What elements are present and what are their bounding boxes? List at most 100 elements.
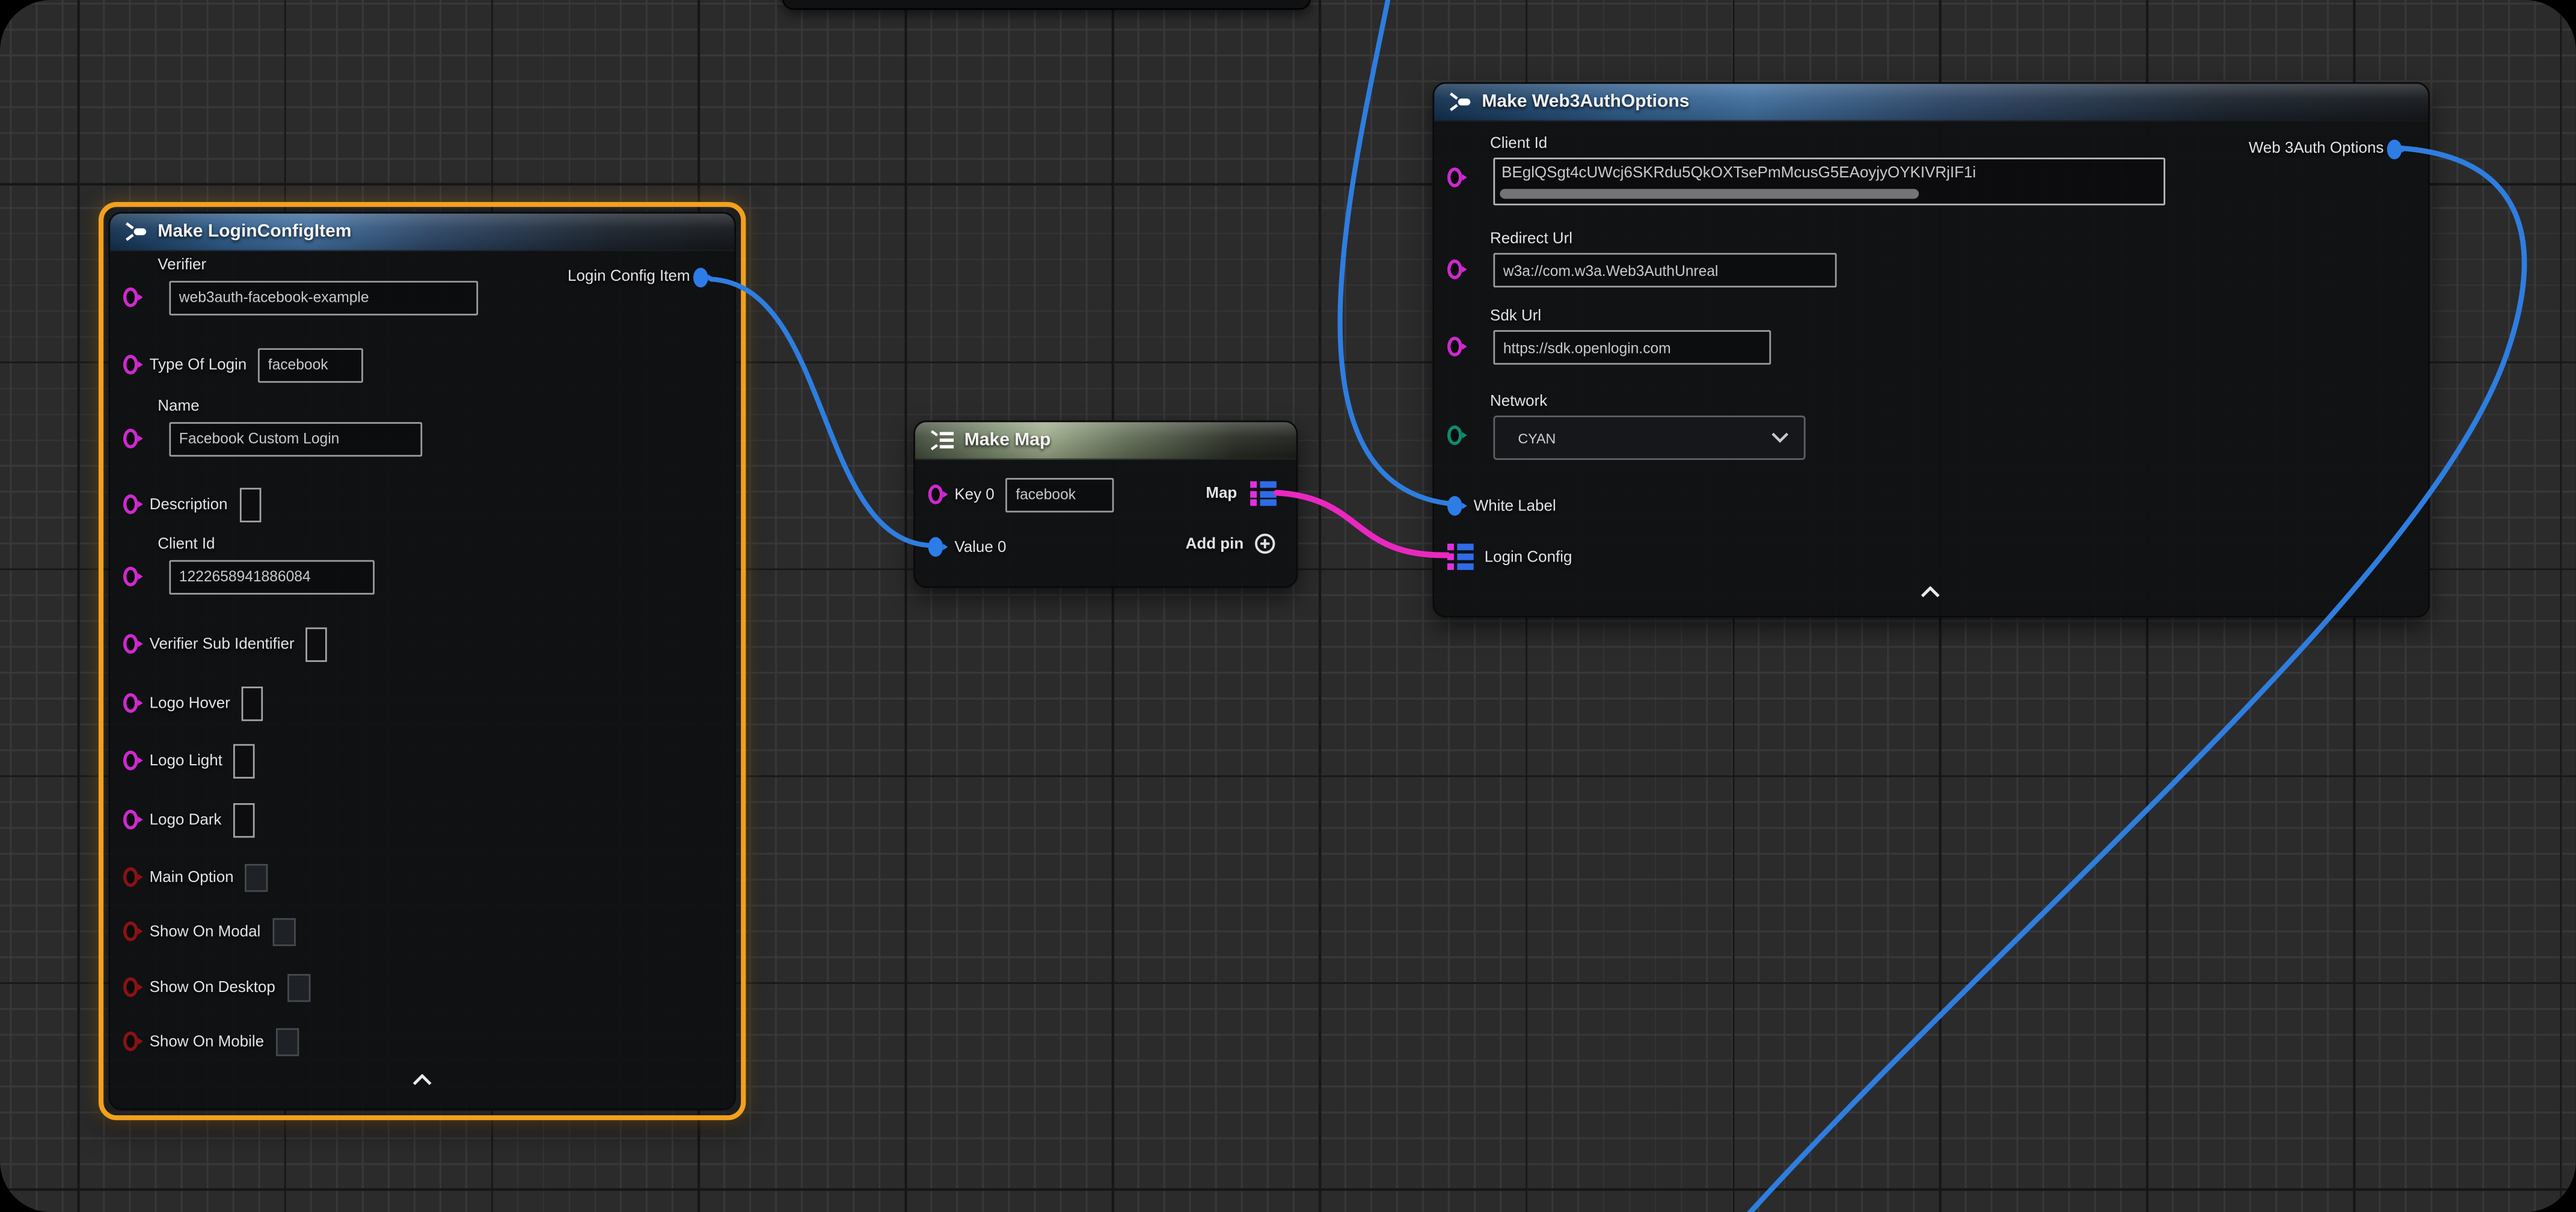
pin-show-on-modal[interactable] bbox=[123, 922, 138, 941]
client-id-input[interactable]: BEglQSgt4cUWcj6SKRdu5QkOXTsePmMcusG5EAoy… bbox=[1493, 158, 2165, 205]
pin-label-white-label: White Label bbox=[1474, 497, 1556, 515]
pin-logo-light[interactable] bbox=[123, 751, 138, 771]
pin-show-on-desktop[interactable] bbox=[123, 978, 138, 997]
pin-row-client-id: 1222658941886084 bbox=[123, 559, 375, 595]
logo-light-input[interactable] bbox=[234, 743, 256, 777]
name-input[interactable]: Facebook Custom Login bbox=[169, 421, 422, 456]
description-input[interactable] bbox=[239, 487, 261, 521]
pin-row-verifier: web3auth-facebook-example bbox=[123, 279, 478, 315]
pin-label-description: Description bbox=[150, 495, 228, 513]
logo-hover-input[interactable] bbox=[242, 686, 263, 720]
type-of-login-input[interactable]: facebook bbox=[258, 347, 363, 382]
node-make-map[interactable]: Make Map Key 0 facebook Map Value 0 Add … bbox=[913, 420, 1298, 588]
graph-canvas[interactable]: Make LoginConfigItem Verifier web3auth-f… bbox=[0, 0, 2576, 1212]
pin-row-show-on-desktop: Show On Desktop bbox=[123, 969, 310, 1005]
offscreen-node-stub[interactable] bbox=[782, 0, 1311, 10]
pin-login-config[interactable] bbox=[1447, 544, 1473, 569]
node-title: Make LoginConfigItem bbox=[158, 222, 351, 242]
verifier-input[interactable]: web3auth-facebook-example bbox=[169, 280, 478, 314]
pin-label-show-on-mobile: Show On Mobile bbox=[150, 1032, 264, 1050]
pin-label-show-on-desktop: Show On Desktop bbox=[150, 978, 275, 996]
pin-main-option[interactable] bbox=[123, 868, 138, 887]
redirect-url-input[interactable]: w3a://com.w3a.Web3AuthUnreal bbox=[1493, 253, 1836, 287]
node-make-loginconfigitem[interactable]: Make LoginConfigItem Verifier web3auth-f… bbox=[108, 212, 736, 1110]
add-pin-icon bbox=[1254, 532, 1277, 555]
pin-network[interactable] bbox=[1447, 426, 1462, 445]
pin-row-main-option: Main Option bbox=[123, 859, 268, 895]
client-id-scrollbar[interactable] bbox=[1500, 189, 1919, 198]
node-title: Make Web3AuthOptions bbox=[1482, 92, 1689, 112]
pin-row-logo-hover: Logo Hover bbox=[123, 685, 263, 721]
pin-row-verifier-sub-identifier: Verifier Sub Identifier bbox=[123, 626, 327, 662]
show-on-desktop-checkbox[interactable] bbox=[287, 973, 310, 1001]
pin-label-network: Network bbox=[1490, 393, 1547, 411]
pin-logo-dark[interactable] bbox=[123, 810, 138, 830]
pin-row-login-config: Login Config bbox=[1447, 539, 1572, 575]
node-header[interactable]: Make Web3AuthOptions bbox=[1434, 84, 2428, 121]
pin-row-name: Facebook Custom Login bbox=[123, 420, 422, 456]
pin-row-white-label: White Label bbox=[1447, 488, 1556, 524]
pin-output-map[interactable] bbox=[1251, 482, 1277, 506]
pin-type-of-login[interactable] bbox=[123, 355, 138, 375]
pin-label-verifier-sub-identifier: Verifier Sub Identifier bbox=[150, 635, 295, 653]
make-struct-icon bbox=[1447, 90, 1472, 113]
pin-label-login-config: Login Config bbox=[1485, 548, 1572, 566]
chevron-down-icon bbox=[1771, 432, 1789, 444]
add-pin-label: Add pin bbox=[1186, 534, 1244, 552]
pin-row-show-on-modal: Show On Modal bbox=[123, 913, 295, 949]
network-dropdown[interactable]: CYAN bbox=[1493, 415, 1805, 460]
node-header[interactable]: Make LoginConfigItem bbox=[110, 213, 734, 251]
collapse-chevron-icon[interactable] bbox=[412, 1074, 432, 1086]
pin-verifier[interactable] bbox=[123, 287, 138, 307]
blueprint-editor: Make LoginConfigItem Verifier web3auth-f… bbox=[0, 0, 2576, 1212]
sdk-url-input[interactable]: https://sdk.openlogin.com bbox=[1493, 330, 1771, 364]
pin-key0[interactable] bbox=[928, 485, 943, 504]
add-pin-button[interactable]: Add pin bbox=[1186, 532, 1277, 555]
pin-label-client-id: Client Id bbox=[158, 536, 215, 554]
pin-row-value0: Value 0 bbox=[928, 529, 1007, 565]
pin-row-show-on-mobile: Show On Mobile bbox=[123, 1023, 299, 1059]
verifier-sub-identifier-input[interactable] bbox=[306, 626, 328, 661]
wire-map-to-loginconfig[interactable] bbox=[1277, 493, 1447, 556]
make-map-icon bbox=[928, 429, 955, 451]
pin-label-logo-dark: Logo Dark bbox=[150, 810, 222, 828]
pin-label-name: Name bbox=[158, 397, 199, 415]
output-label-map: Map bbox=[1206, 485, 1237, 503]
network-dropdown-value: CYAN bbox=[1518, 429, 1556, 445]
pin-logo-hover[interactable] bbox=[123, 693, 138, 713]
pin-label-sdk-url: Sdk Url bbox=[1490, 307, 1541, 325]
node-make-loginconfigitem-selection: Make LoginConfigItem Verifier web3auth-f… bbox=[99, 202, 746, 1120]
pin-client-id[interactable] bbox=[1447, 168, 1462, 188]
pin-label-show-on-modal: Show On Modal bbox=[150, 922, 261, 940]
pin-description[interactable] bbox=[123, 494, 138, 514]
key0-input[interactable]: facebook bbox=[1006, 477, 1114, 512]
make-struct-icon bbox=[123, 220, 148, 243]
pin-label-client-id: Client Id bbox=[1490, 135, 1547, 153]
pin-label-logo-hover: Logo Hover bbox=[150, 694, 230, 712]
node-header[interactable]: Make Map bbox=[915, 422, 1296, 460]
pin-sdk-url[interactable] bbox=[1447, 337, 1462, 357]
pin-redirect-url[interactable] bbox=[1447, 260, 1462, 280]
pin-name[interactable] bbox=[123, 429, 138, 448]
pin-verifier-sub-identifier[interactable] bbox=[123, 634, 138, 654]
show-on-mobile-checkbox[interactable] bbox=[275, 1027, 298, 1055]
pin-row-logo-dark: Logo Dark bbox=[123, 801, 254, 837]
pin-label-redirect-url: Redirect Url bbox=[1490, 230, 1572, 248]
pin-row-key0: Key 0 facebook bbox=[928, 476, 1115, 512]
pin-output-login-config-item[interactable] bbox=[693, 268, 708, 287]
pin-label-logo-light: Logo Light bbox=[150, 751, 222, 770]
pin-show-on-mobile[interactable] bbox=[123, 1032, 138, 1051]
collapse-chevron-icon[interactable] bbox=[1921, 586, 1940, 598]
pin-label-key0: Key 0 bbox=[954, 485, 994, 503]
pin-client-id[interactable] bbox=[123, 567, 138, 587]
node-make-web3authoptions[interactable]: Make Web3AuthOptions Web 3Auth Options C… bbox=[1432, 82, 2429, 618]
node-title: Make Map bbox=[964, 430, 1051, 450]
pin-label-verifier: Verifier bbox=[158, 256, 206, 274]
logo-dark-input[interactable] bbox=[233, 803, 255, 837]
show-on-modal-checkbox[interactable] bbox=[272, 917, 295, 945]
pin-value0[interactable] bbox=[928, 537, 943, 557]
client-id-input[interactable]: 1222658941886084 bbox=[169, 559, 375, 593]
main-option-checkbox[interactable] bbox=[245, 863, 268, 891]
pin-row-logo-light: Logo Light bbox=[123, 742, 256, 779]
pin-label-type-of-login: Type Of Login bbox=[150, 355, 247, 373]
